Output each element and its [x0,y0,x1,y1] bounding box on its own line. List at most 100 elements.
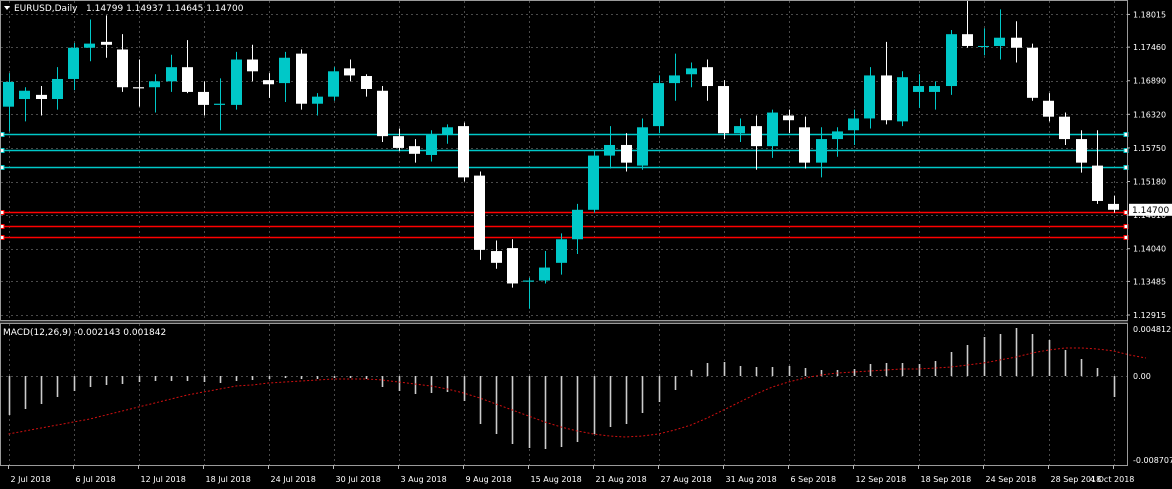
candle-bull [816,139,827,163]
candle-bear [702,67,713,87]
date-tick-label: 12 Sep 2018 [856,475,907,484]
candle-bear [133,87,144,89]
candle-bull [84,43,95,48]
candle-bull [832,131,843,140]
candle-bull [442,127,453,135]
candle-bull [312,96,323,104]
macd-title: MACD(12,26,9) -0.002143 0.001842 [3,328,166,338]
macd-tick-label: 0.004812 [1133,325,1171,334]
candle-bull [523,280,534,282]
date-tick-label: 4 Oct 2018 [1090,475,1134,484]
price-tick-label: 1.15180 [1133,178,1166,187]
candle-bull [588,155,599,210]
candle-bull [767,112,778,147]
candle-bear [621,144,632,163]
candle-bull [572,209,583,240]
date-tick-label: 30 Jul 2018 [336,475,381,484]
candle-bear [296,53,307,104]
candle-bull [328,71,339,97]
date-tick-label: 2 Jul 2018 [11,475,51,484]
candle-bull [214,103,225,105]
candle-bear [881,75,892,121]
candle-bull [929,86,940,92]
candle-bear [198,91,209,105]
candle-bull [279,57,290,84]
candle-bull [686,68,697,75]
candle-bull [734,126,745,134]
candle-bull [669,75,680,84]
candle-bear [1092,165,1103,201]
price-tick-label: 1.15750 [1133,144,1166,153]
candle-bear [458,126,469,178]
candle-bear [117,49,128,88]
candle-bull [978,45,989,47]
candle-bull [3,81,14,107]
candle-bull [913,86,924,92]
candle-bull [19,90,30,100]
date-tick-label: 24 Jul 2018 [271,475,316,484]
candle-bear [1108,203,1119,210]
date-tick-label: 6 Sep 2018 [791,475,837,484]
candle-bull [946,34,957,87]
candle-bear [263,80,274,85]
candle-bear [1043,100,1054,117]
candle-bull [166,67,177,82]
candle-bull [149,81,160,88]
candle-bull [848,118,859,131]
candle-bear [1011,37,1022,48]
macd-tick-label: 0.00 [1133,372,1151,381]
date-tick-label: 15 Aug 2018 [531,475,582,484]
candle-bear [491,251,502,263]
candle-bull [231,59,242,105]
price-tick-label: 1.16890 [1133,77,1166,86]
candle-bear [393,136,404,148]
candle-bear [1059,116,1070,140]
candle-bull [897,77,908,122]
candle-bear [101,41,112,45]
candle-bear [783,115,794,121]
candle-bull [68,47,79,79]
candle-bull [637,127,648,166]
price-tick-label: 1.13485 [1133,277,1166,286]
candle-bear [247,59,258,72]
candle-bear [182,67,193,92]
candle-bull [604,144,615,156]
current-price-label: 1.14700 [1132,206,1169,216]
candle-bear [36,94,47,100]
date-tick-label: 12 Jul 2018 [141,475,186,484]
date-tick-label: 6 Jul 2018 [76,475,116,484]
candle-bear [718,86,729,134]
candle-bull [864,75,875,119]
candle-bear [377,90,388,137]
candle-bull [426,134,437,155]
candle-bear [344,68,355,76]
candle-bear [361,76,372,89]
price-tick-label: 1.16320 [1133,110,1166,119]
date-tick-label: 9 Aug 2018 [466,475,512,484]
candle-bear [962,34,973,46]
price-tick-label: 1.17460 [1133,43,1166,52]
date-tick-label: 24 Sep 2018 [986,475,1037,484]
date-tick-label: 18 Jul 2018 [206,475,251,484]
chart-header: EURUSD,Daily 1.14799 1.14937 1.14645 1.1… [4,4,244,14]
ohlc-readout: 1.14799 1.14937 1.14645 1.14700 [86,4,244,14]
macd-tick-label: -0.008707 [1133,456,1172,465]
date-tick-label: 18 Sep 2018 [921,475,972,484]
candle-bull [653,83,664,127]
trading-chart[interactable]: 1.18015 1.17460 1.16890 1.16320 1.15750 1.151… [0,0,1172,489]
date-tick-label: 21 Aug 2018 [596,475,647,484]
date-tick-label: 27 Aug 2018 [661,475,712,484]
date-tick-label: 31 Aug 2018 [726,475,777,484]
candle-bear [1027,47,1038,98]
candle-bull [556,239,567,263]
candle-bear [799,127,810,163]
candle-bear [1076,139,1087,163]
price-tick-label: 1.18015 [1133,10,1166,19]
current-price-marker: 1.14700 [1129,203,1172,216]
date-tick-label: 3 Aug 2018 [401,475,447,484]
candle-bull [539,267,550,281]
candle-bear [474,175,485,250]
price-tick-label: 1.14040 [1133,245,1166,254]
candle-bull [52,78,63,100]
price-tick-label: 1.12915 [1133,311,1166,320]
